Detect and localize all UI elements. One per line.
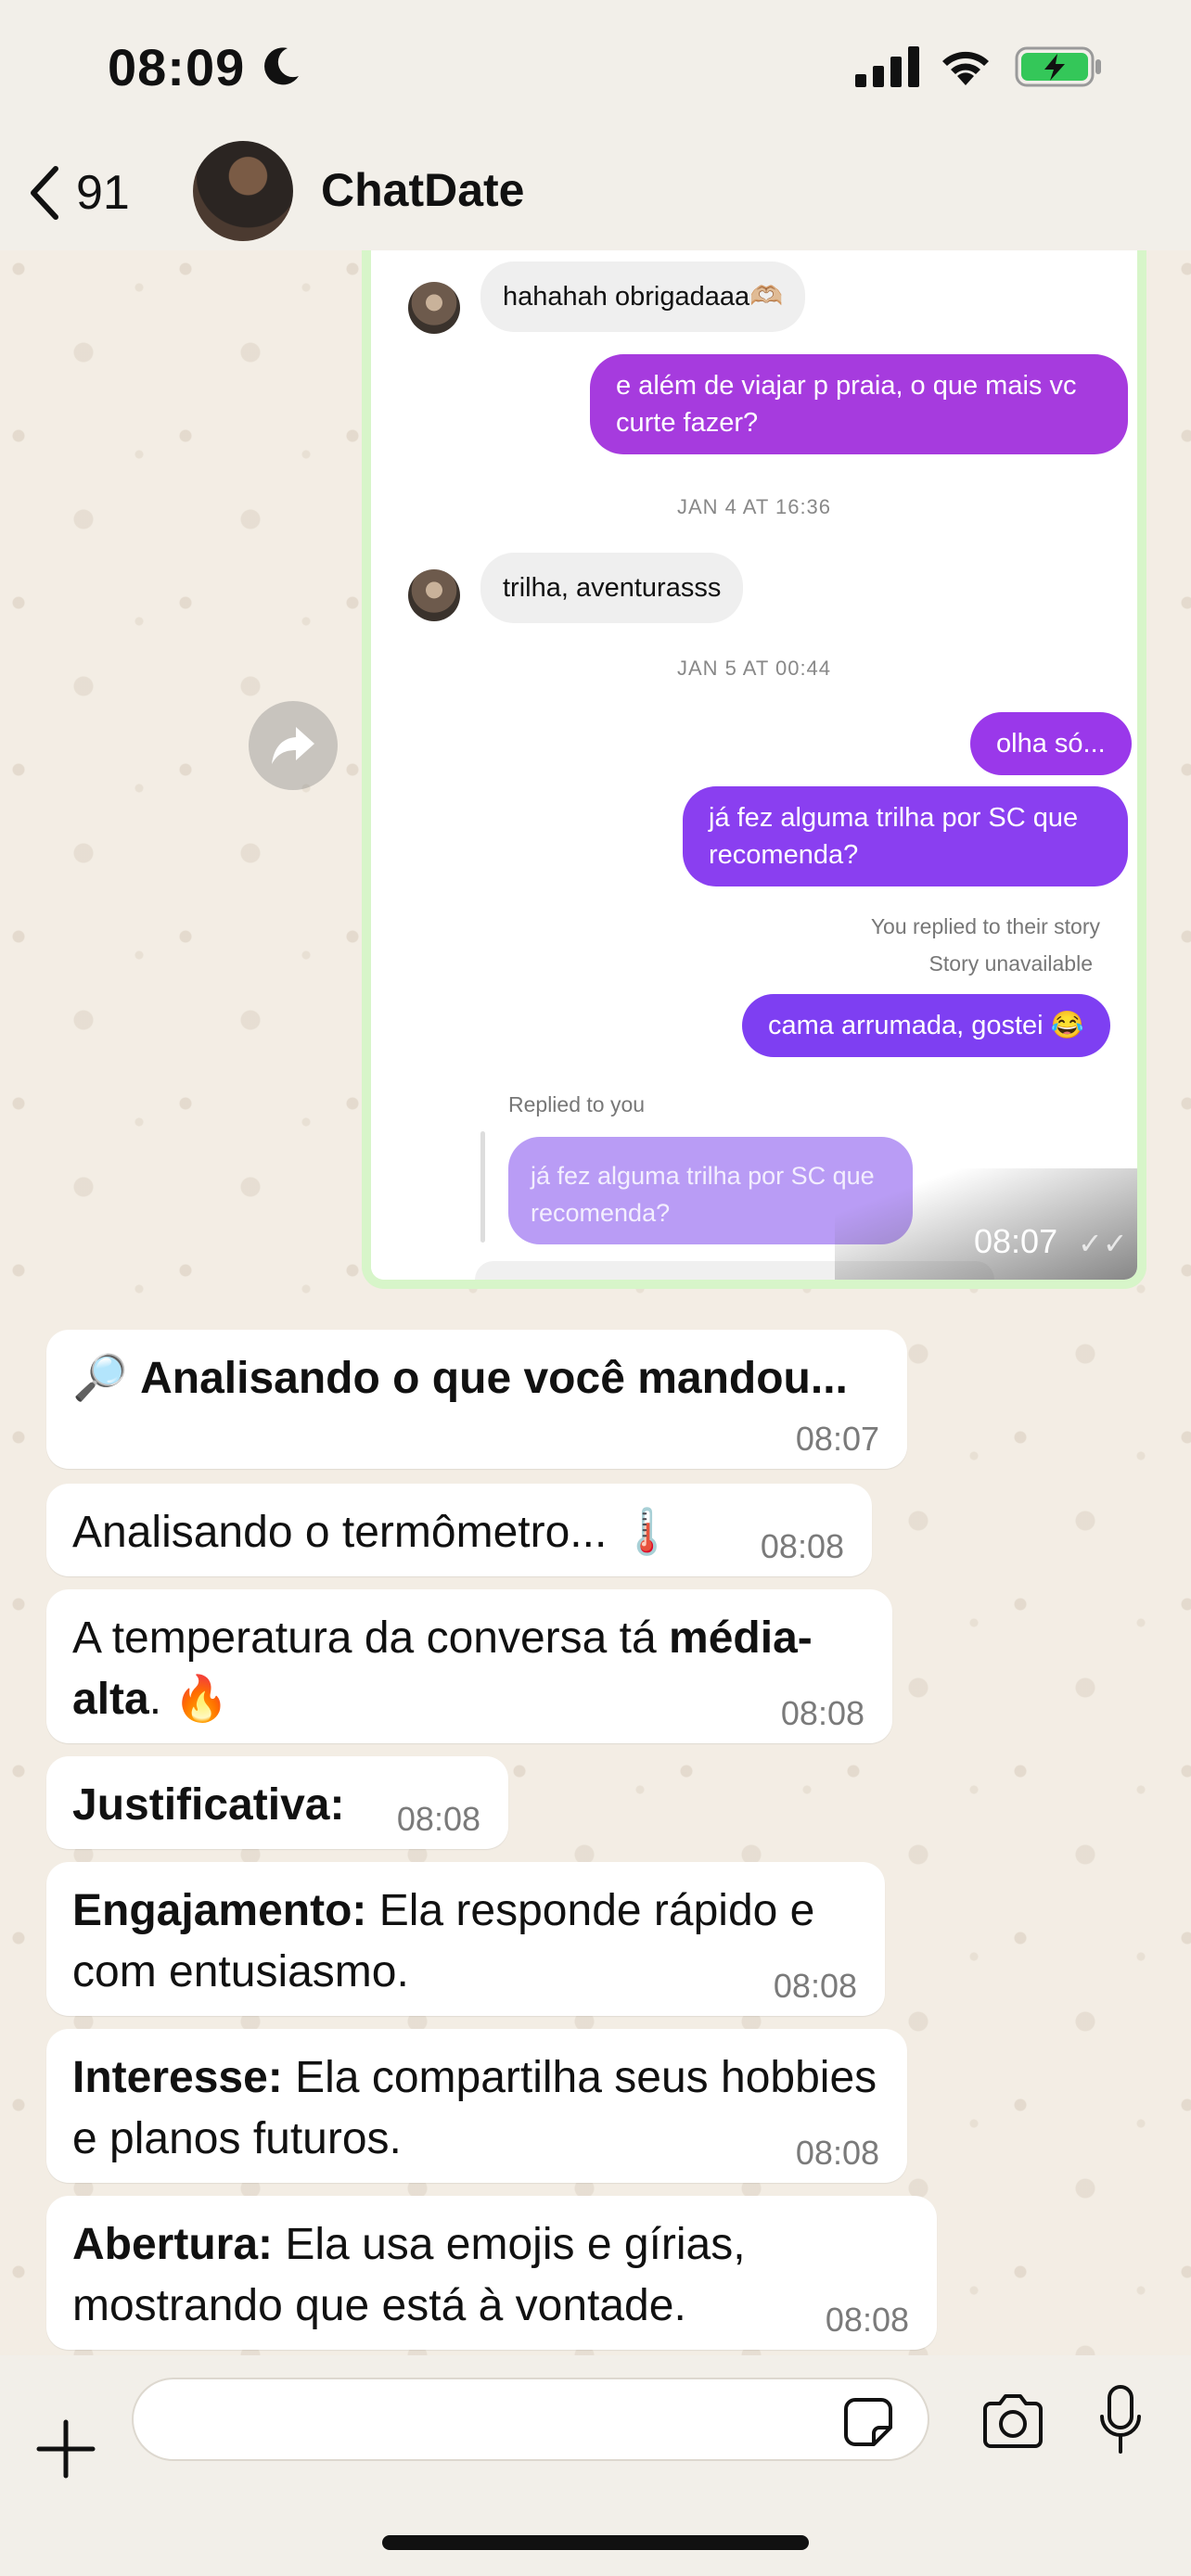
sender-avatar <box>408 282 460 334</box>
mic-icon[interactable] <box>1100 2383 1141 2457</box>
screenshot-content: hahahah obrigadaaa🫶🏼 e além de viajar p … <box>371 250 1137 1280</box>
message-time: 08:08 <box>825 2301 909 2339</box>
unread-count: 91 <box>76 166 130 220</box>
message-time: 08:08 <box>760 1527 844 1565</box>
reply-bar <box>480 1131 485 1243</box>
battery-icon <box>1015 46 1101 87</box>
story-reply-note: You replied to their story <box>870 914 1100 938</box>
incoming-message: hahahah obrigadaaa🫶🏼 <box>480 261 806 332</box>
message-text: Analisando o que você mandou... <box>140 1354 848 1403</box>
plus-icon[interactable] <box>33 2417 98 2481</box>
bot-message[interactable]: 🔎 Analisando o que você mandou... 08:07 <box>46 1330 907 1469</box>
incoming-message: trilha, aventurasss <box>480 553 744 623</box>
signal-icon <box>855 46 919 87</box>
chevron-left-icon <box>31 166 58 220</box>
home-indicator <box>382 2535 809 2550</box>
read-ticks-icon: ✓✓ <box>1078 1227 1128 1260</box>
bot-message[interactable]: Justificativa: 08:08 <box>46 1756 508 1849</box>
magnifier-icon: 🔎 <box>72 1354 141 1403</box>
screenshot-image-message[interactable]: hahahah obrigadaaa🫶🏼 e além de viajar p … <box>362 250 1146 1289</box>
forward-button[interactable] <box>249 701 338 790</box>
camera-icon[interactable] <box>980 2392 1046 2452</box>
message-time: 08:08 <box>773 1967 857 2005</box>
message-text: A temperatura da conversa tá <box>72 1613 670 1663</box>
message-time: 08:08 <box>795 2134 879 2172</box>
contact-avatar[interactable] <box>193 141 293 241</box>
sticker-icon[interactable] <box>842 2396 894 2448</box>
message-label: Abertura: <box>72 2220 274 2269</box>
message-label: Interesse: <box>72 2053 283 2102</box>
wifi-icon <box>942 51 989 85</box>
message-time: 08:07 <box>795 1420 879 1458</box>
contact-name[interactable]: ChatDate <box>321 163 524 217</box>
story-unavailable-note: Story unavailable <box>928 951 1093 976</box>
outgoing-message: já fez alguma trilha por SC que recomend… <box>683 786 1128 886</box>
sender-avatar <box>408 569 460 621</box>
bot-message[interactable]: Analisando o termômetro... 🌡️ 08:08 <box>46 1484 872 1576</box>
message-time: 08:07 <box>974 1222 1058 1260</box>
status-time: 08:09 <box>108 38 246 96</box>
back-button[interactable]: 91 <box>28 156 158 230</box>
moon-icon <box>264 47 299 85</box>
message-time: 08:08 <box>396 1800 480 1838</box>
message-label: Engajamento: <box>72 1886 367 1935</box>
bot-message[interactable]: Engajamento: Ela responde rápido e com e… <box>46 1862 885 2016</box>
chat-header: 91 ChatDate <box>0 139 1191 250</box>
composer-bar <box>0 2355 1191 2576</box>
status-bar: 08:09 <box>0 0 1191 139</box>
message-text: . 🔥 <box>148 1675 230 1724</box>
message-input[interactable] <box>132 2378 929 2461</box>
message-text: Analisando o termômetro... 🌡️ <box>72 1508 675 1557</box>
outgoing-message: olha só... <box>970 712 1132 775</box>
date-separator: JAN 5 AT 00:44 <box>676 657 832 680</box>
replied-label: Replied to you <box>508 1092 646 1116</box>
outgoing-message: e além de viajar p praia, o que mais vc … <box>590 354 1128 454</box>
bot-message[interactable]: Abertura: Ela usa emojis e gírias, mostr… <box>46 2196 937 2350</box>
outgoing-message: cama arrumada, gostei 😂 <box>742 994 1110 1057</box>
date-separator: JAN 4 AT 16:36 <box>676 495 832 518</box>
bot-message[interactable]: Interesse: Ela compartilha seus hobbies … <box>46 2029 907 2183</box>
forward-icon <box>272 727 314 764</box>
bot-message[interactable]: A temperatura da conversa tá média-alta.… <box>46 1589 892 1743</box>
message-text: Justificativa: <box>72 1780 345 1830</box>
message-time: 08:08 <box>780 1694 864 1732</box>
